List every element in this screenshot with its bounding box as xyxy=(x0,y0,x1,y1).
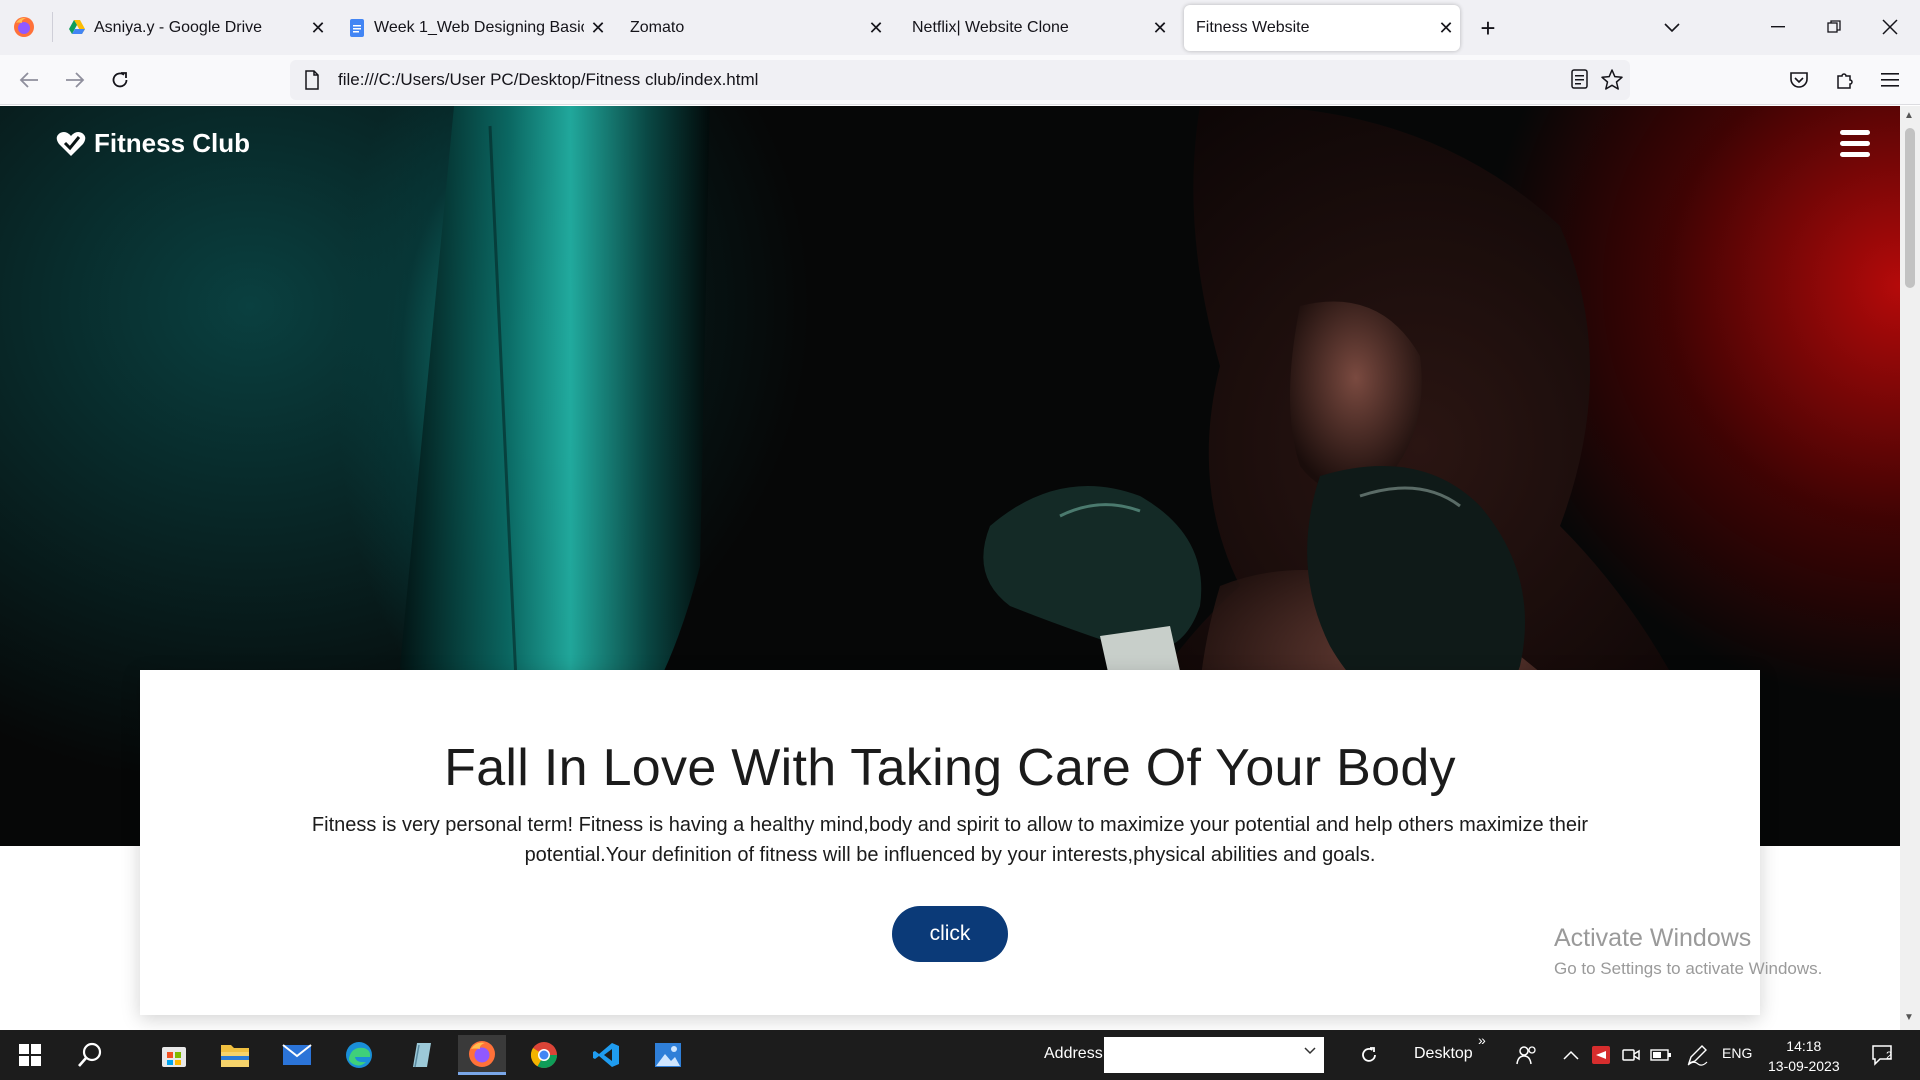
close-window-button[interactable] xyxy=(1870,10,1910,44)
address-bar[interactable]: file:///C:/Users/User PC/Desktop/Fitness… xyxy=(290,60,1630,100)
reload-button[interactable] xyxy=(103,63,137,97)
menu-icon[interactable] xyxy=(1873,63,1907,97)
refresh-icon[interactable] xyxy=(1358,1044,1380,1066)
hamburger-bar xyxy=(1840,141,1870,146)
tab-title: Fitness Website xyxy=(1196,19,1310,36)
chevron-down-icon[interactable] xyxy=(1304,1047,1316,1055)
hamburger-menu-icon[interactable] xyxy=(1840,130,1870,158)
search-icon[interactable] xyxy=(66,1035,114,1075)
tab-title: Zomato xyxy=(630,19,685,36)
page-heading: Fall In Love With Taking Care Of Your Bo… xyxy=(444,739,1456,797)
system-clock[interactable]: 14:18 13-09-2023 xyxy=(1768,1036,1840,1076)
tab-strip: Asniya.y - Google Drive ✕ Week 1_Web Des… xyxy=(0,0,1920,55)
windows-taskbar: Address Desktop » ENG 14:18 13-09-2023 2 xyxy=(0,1030,1920,1080)
tab-fitness-website[interactable]: Fitness Website ✕ xyxy=(1184,5,1460,51)
tab-list-chevron-icon[interactable] xyxy=(1656,12,1688,44)
scrollbar-thumb[interactable] xyxy=(1905,128,1915,288)
hamburger-bar xyxy=(1840,152,1870,157)
tab-close-icon[interactable]: ✕ xyxy=(304,14,332,42)
pocket-icon[interactable] xyxy=(1782,63,1816,97)
intro-card: Fall In Love With Taking Care Of Your Bo… xyxy=(140,670,1760,1015)
watermark-subtitle: Go to Settings to activate Windows. xyxy=(1554,959,1823,978)
bookmark-star-icon[interactable] xyxy=(1600,68,1624,92)
language-indicator[interactable]: ENG xyxy=(1722,1045,1752,1061)
forward-button[interactable] xyxy=(58,63,92,97)
back-button[interactable] xyxy=(12,63,46,97)
hamburger-bar xyxy=(1840,130,1870,135)
edge-browser-icon[interactable] xyxy=(335,1035,383,1075)
firefox-taskbar-icon[interactable] xyxy=(458,1035,506,1075)
tab-divider xyxy=(52,12,53,42)
battery-icon[interactable] xyxy=(1650,1044,1672,1066)
firefox-icon[interactable] xyxy=(12,15,36,39)
start-windows-icon[interactable] xyxy=(6,1035,54,1075)
meet-now-icon[interactable] xyxy=(1620,1044,1642,1066)
intro-paragraph: Fitness is very personal term! Fitness i… xyxy=(311,814,1589,866)
google-drive-icon xyxy=(69,20,85,34)
clock-date: 13-09-2023 xyxy=(1768,1058,1840,1074)
reader-view-icon[interactable] xyxy=(1570,68,1590,90)
watermark-title: Activate Windows xyxy=(1554,924,1752,952)
navigation-toolbar: file:///C:/Users/User PC/Desktop/Fitness… xyxy=(0,55,1920,105)
scroll-down-arrow-icon[interactable]: ▼ xyxy=(1904,1012,1916,1024)
desktop-toolbar-label[interactable]: Desktop xyxy=(1414,1045,1473,1063)
new-tab-button[interactable]: + xyxy=(1472,12,1504,44)
notepad-icon[interactable] xyxy=(397,1035,445,1075)
page-scrollbar[interactable]: ▲ ▼ xyxy=(1900,106,1920,1030)
vscode-icon[interactable] xyxy=(582,1035,630,1075)
clock-time: 14:18 xyxy=(1786,1038,1822,1054)
toolbar-overflow-icon[interactable]: » xyxy=(1478,1032,1486,1048)
tab-netflix-clone[interactable]: Netflix| Website Clone ✕ xyxy=(912,5,1174,51)
address-toolbar-input[interactable] xyxy=(1104,1037,1324,1073)
pen-workspace-icon[interactable] xyxy=(1686,1044,1708,1066)
tab-zomato[interactable]: Zomato ✕ xyxy=(630,5,890,51)
tab-close-icon[interactable]: ✕ xyxy=(1146,14,1174,42)
page-icon xyxy=(305,70,319,90)
microsoft-store-icon[interactable] xyxy=(150,1035,198,1075)
file-explorer-icon[interactable] xyxy=(211,1035,259,1075)
tab-title: Asniya.y - Google Drive xyxy=(94,19,263,36)
heart-check-icon xyxy=(56,131,86,156)
activate-windows-watermark: Activate Windows Go to Settings to activ… xyxy=(1554,924,1822,979)
tab-title: Week 1_Web Designing Basics xyxy=(374,19,584,36)
people-icon[interactable] xyxy=(1516,1044,1538,1066)
tab-google-drive[interactable]: Asniya.y - Google Drive ✕ xyxy=(68,5,332,51)
tab-close-icon[interactable]: ✕ xyxy=(862,14,890,42)
extensions-icon[interactable] xyxy=(1828,63,1862,97)
scroll-up-arrow-icon[interactable]: ▲ xyxy=(1904,110,1916,122)
tab-title: Netflix| Website Clone xyxy=(912,19,1069,36)
chevron-up-icon[interactable] xyxy=(1560,1044,1582,1066)
notification-count: 2 xyxy=(1886,1050,1893,1062)
tab-close-icon[interactable]: ✕ xyxy=(584,14,612,42)
url-text: file:///C:/Users/User PC/Desktop/Fitness… xyxy=(338,70,759,89)
brand-logo[interactable]: Fitness Club xyxy=(56,128,250,159)
brand-name: Fitness Club xyxy=(94,128,251,158)
antivirus-icon[interactable] xyxy=(1590,1044,1612,1066)
tab-week1-docs[interactable]: Week 1_Web Designing Basics ✕ xyxy=(348,5,612,51)
tab-close-icon[interactable]: ✕ xyxy=(1432,14,1460,42)
notifications-icon[interactable]: 2 xyxy=(1868,1044,1898,1066)
click-button[interactable]: click xyxy=(892,906,1008,962)
restore-button[interactable] xyxy=(1814,10,1854,44)
page-viewport: Fitness Club Fall In Love With Taking Ca… xyxy=(0,106,1900,1030)
address-toolbar-label: Address xyxy=(1044,1045,1103,1062)
chrome-icon[interactable] xyxy=(520,1035,568,1075)
google-docs-icon xyxy=(350,19,364,37)
photos-icon[interactable] xyxy=(644,1035,692,1075)
mail-icon[interactable] xyxy=(273,1035,321,1075)
minimize-button[interactable] xyxy=(1758,10,1798,44)
